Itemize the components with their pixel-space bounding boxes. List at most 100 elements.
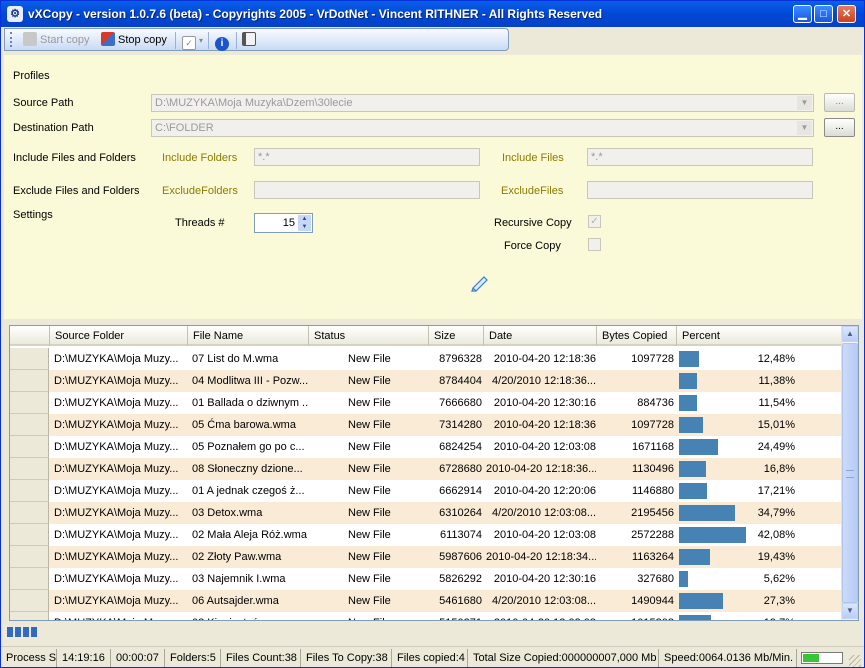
table-row[interactable]: D:\MUZYKA\Moja Muzy... 08 Kim jesteś... Ne… [10,612,842,620]
table-row[interactable]: D:\MUZYKA\Moja Muzy... 03 Detox.wma New Fi… [10,502,842,524]
help-book-button[interactable] [242,32,259,48]
destination-path-label: Destination Path [13,122,94,134]
source-browse-button[interactable]: ... [824,93,855,112]
toolbar-grip[interactable] [10,32,12,47]
column-header-status[interactable]: Status [309,326,429,346]
exclude-folders-input[interactable] [254,181,480,199]
include-section-label: Include Files and Folders [13,152,136,164]
resize-grip-icon[interactable] [849,655,861,667]
row-header[interactable] [10,546,49,568]
stop-copy-button[interactable]: Stop copy [101,32,167,48]
exclude-files-input[interactable] [587,181,813,199]
scroll-thumb[interactable] [842,343,858,603]
row-header[interactable] [10,502,49,524]
info-button[interactable]: i [215,32,232,51]
force-copy-checkbox[interactable] [588,238,601,251]
threads-stepper[interactable]: 15 ▲ ▼ [254,213,313,233]
percent-bar [679,395,697,411]
table-row[interactable]: D:\MUZYKA\Moja Muzy... 01 Ballada o dziwn… [10,392,842,414]
percent-bar [679,593,723,609]
cell-source-folder: D:\MUZYKA\Moja Muzy... [54,441,179,453]
column-header-date[interactable]: Date [484,326,597,346]
column-header-file-name[interactable]: File Name [188,326,309,346]
cell-date: 2010-04-20 12:20:06 [493,485,596,497]
recursive-copy-label: Recursive Copy [494,217,572,229]
spin-up-icon[interactable]: ▲ [298,215,311,223]
status-files-to-copy: Files To Copy:38 [303,649,392,667]
cell-status: New File [348,573,391,585]
status-total-size: Total Size Copied:000000007,000 Mb [470,649,659,667]
row-header[interactable] [10,480,49,502]
row-header[interactable] [10,524,49,546]
cell-date: 4/20/2010 12:03:08... [492,507,596,519]
vertical-scrollbar[interactable]: ▲ ▼ [841,326,858,620]
row-header[interactable] [10,590,49,612]
include-folders-input[interactable]: *.* [254,148,480,166]
row-header[interactable] [10,612,49,620]
chevron-down-icon[interactable]: ▼ [797,96,812,110]
status-bar: Process St 14:19:16 00:00:07 Folders:5 F… [1,646,864,667]
scroll-up-icon[interactable]: ▲ [842,326,858,342]
app-icon[interactable]: ⚙ [7,6,23,22]
cell-percent: 34,79% [757,507,795,519]
row-header[interactable] [10,436,49,458]
minimize-button[interactable]: ▁ [793,5,812,23]
include-files-input[interactable]: *.* [587,148,813,166]
table-row[interactable]: D:\MUZYKA\Moja Muzy... 06 Autsajder.wma Ne… [10,590,842,612]
column-header-size[interactable]: Size [429,326,484,346]
row-header[interactable] [10,568,49,590]
close-button[interactable]: ✕ [837,5,856,23]
destination-path-combo[interactable]: C:\FOLDER ▼ [151,119,814,137]
cell-percent: 12,48% [757,353,795,365]
table-row[interactable]: D:\MUZYKA\Moja Muzy... 07 List do M.wma Ne… [10,348,842,370]
table-row[interactable]: D:\MUZYKA\Moja Muzy... 05 Ćma barowa.wma N… [10,414,842,436]
table-row[interactable]: D:\MUZYKA\Moja Muzy... 04 Modlitwa III - … [10,370,842,392]
table-row[interactable]: D:\MUZYKA\Moja Muzy... 02 Złoty Paw.wma Ne… [10,546,842,568]
cell-size: 8784404 [439,375,482,387]
cell-date: 4/20/2010 12:03:08... [492,595,596,607]
cell-status: New File [348,463,391,475]
percent-bar [679,571,688,587]
table-row[interactable]: D:\MUZYKA\Moja Muzy... 08 Słoneczny dzion… [10,458,842,480]
toolbar-separator [236,32,237,49]
include-files-label: Include Files [502,152,564,164]
cell-bytes-copied [598,370,674,392]
column-header-bytes-copied[interactable]: Bytes Copied [597,326,677,346]
cell-size: 7314280 [439,419,482,431]
source-path-combo[interactable]: D:\MUZYKA\Moja Muzyka\Dzem\30lecie ▼ [151,94,814,112]
row-header[interactable] [10,458,49,480]
recursive-copy-checkbox[interactable]: ✓ [588,215,601,228]
cell-percent: 16,8% [763,463,795,475]
cell-source-folder: D:\MUZYKA\Moja Muzy... [54,419,179,431]
checklist-icon: ✓ [182,36,196,50]
spin-down-icon[interactable]: ▼ [298,223,311,231]
scroll-down-icon[interactable]: ▼ [842,603,858,619]
edit-pencil-icon[interactable] [470,274,490,292]
row-header[interactable] [10,348,49,370]
row-header[interactable] [10,370,49,392]
cell-source-folder: D:\MUZYKA\Moja Muzy... [54,353,179,365]
cell-file-name: 01 Ballada o dziwnym ... [192,397,308,409]
cell-file-name: 06 Autsajder.wma [192,595,279,607]
stop-copy-icon [101,32,115,46]
percent-bar [679,461,706,477]
percent-bar [679,373,697,389]
maximize-button[interactable]: □ [814,5,833,23]
table-row[interactable]: D:\MUZYKA\Moja Muzy... 03 Najemnik I.wma N… [10,568,842,590]
row-header-corner [10,326,50,346]
table-row[interactable]: D:\MUZYKA\Moja Muzy... 02 Mała Aleja Róż.… [10,524,842,546]
row-header[interactable] [10,392,49,414]
column-header-percent[interactable]: Percent [677,326,842,346]
column-header-source-folder[interactable]: Source Folder [50,326,188,346]
table-row[interactable]: D:\MUZYKA\Moja Muzy... 01 A jednak czegoś… [10,480,842,502]
cell-date: 2010-04-20 12:18:36 [493,353,596,365]
cell-source-folder: D:\MUZYKA\Moja Muzy... [54,485,179,497]
checklist-button[interactable]: ✓ ▾ [182,32,203,50]
cell-file-name: 02 Złoty Paw.wma [192,551,282,563]
chevron-down-icon[interactable]: ▼ [797,121,812,135]
row-header[interactable] [10,414,49,436]
start-copy-button[interactable]: Start copy [23,32,90,48]
table-row[interactable]: D:\MUZYKA\Moja Muzy... 05 Poznałem go po … [10,436,842,458]
destination-browse-button[interactable]: ... [824,118,855,137]
status-time: 14:19:16 [59,649,111,667]
